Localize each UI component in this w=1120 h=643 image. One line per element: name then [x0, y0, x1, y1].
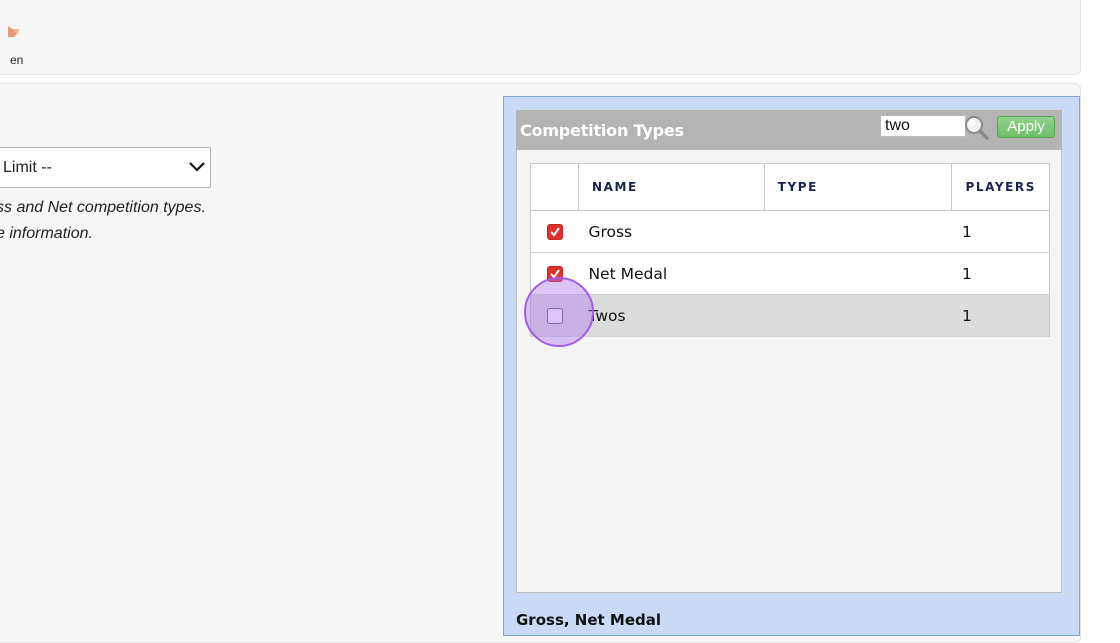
competition-search-input[interactable] [880, 115, 966, 137]
column-header-players[interactable]: PLAYERS [951, 163, 1050, 211]
competition-types-panel: Competition Types Apply NAME TYPE PLAYER… [503, 96, 1080, 636]
apply-button[interactable]: Apply [997, 116, 1055, 138]
row-checkbox[interactable] [546, 308, 563, 324]
table-row[interactable]: Twos 1 [530, 294, 1050, 337]
row-name: Net Medal [578, 252, 765, 295]
competition-types-list: NAME TYPE PLAYERS Gross 1 Net Medal 1 Tw… [516, 150, 1062, 593]
row-checkbox-cell[interactable] [530, 294, 579, 337]
row-name: Twos [578, 294, 765, 337]
toolbar-panel [0, 0, 1081, 75]
column-header-name[interactable]: NAME [577, 163, 765, 211]
search-icon[interactable] [962, 114, 990, 140]
row-checkbox-cell[interactable] [530, 210, 579, 253]
competition-types-table: NAME TYPE PLAYERS Gross 1 Net Medal 1 Tw… [530, 163, 1050, 337]
row-players: 1 [951, 210, 1050, 253]
row-name: Gross [578, 210, 765, 253]
handicap-limit-select-value: Limit -- [3, 159, 52, 176]
handicap-limit-select[interactable]: Limit -- [0, 147, 211, 188]
toolbar-item-label[interactable]: en [10, 53, 23, 67]
row-checkbox[interactable] [546, 266, 563, 282]
help-note-line-1: ss and Net competition types. [0, 199, 206, 216]
selected-types-summary: Gross, Net Medal [516, 611, 662, 629]
help-note-line-2: e information. [0, 225, 93, 242]
row-players: 1 [951, 252, 1050, 295]
row-checkbox[interactable] [546, 224, 563, 240]
checkmark-icon [550, 227, 560, 237]
row-checkbox-cell[interactable] [530, 252, 579, 295]
table-row[interactable]: Net Medal 1 [530, 252, 1050, 295]
competition-types-header: Competition Types Apply [516, 110, 1062, 150]
chevron-down-icon [189, 162, 205, 172]
row-type [764, 210, 952, 253]
column-header-select [530, 163, 579, 211]
competition-types-title: Competition Types [520, 121, 684, 140]
row-type [764, 252, 952, 295]
person-icon[interactable] [8, 17, 26, 37]
table-row[interactable]: Gross 1 [530, 210, 1050, 253]
row-players: 1 [951, 294, 1050, 337]
checkmark-icon [550, 269, 560, 279]
row-type [764, 294, 952, 337]
column-header-type[interactable]: TYPE [763, 163, 953, 211]
